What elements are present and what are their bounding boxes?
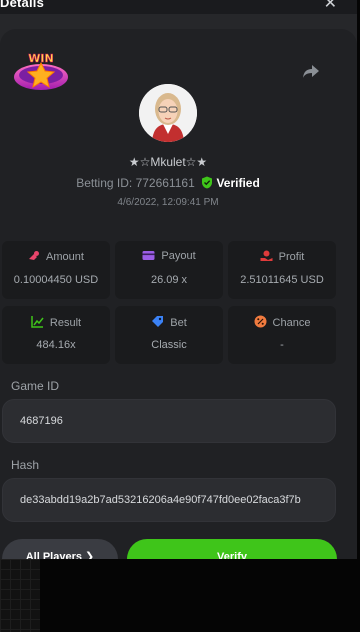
stat-profit: Profit 2.51011645 USD xyxy=(228,241,336,299)
tag-icon xyxy=(152,316,164,327)
avatar-image xyxy=(139,84,197,142)
close-icon[interactable]: ✕ xyxy=(324,0,337,12)
page-background xyxy=(0,559,360,632)
game-id-label: Game ID xyxy=(11,379,60,393)
hand-coin-icon xyxy=(260,250,273,261)
stat-label: Amount xyxy=(46,251,84,263)
verify-button[interactable]: Verify xyxy=(127,539,337,561)
background-pattern xyxy=(0,559,40,632)
hash-label: Hash xyxy=(11,458,40,472)
percent-icon xyxy=(254,315,267,328)
hash-field[interactable]: de33abdd19a2b7ad53216206a4e90f747fd0ee02… xyxy=(2,478,336,522)
shield-check-icon xyxy=(202,176,213,189)
betting-id: Betting ID: 772661161 xyxy=(76,176,195,190)
game-id-field[interactable]: 4687196 xyxy=(2,399,336,443)
share-icon[interactable] xyxy=(302,62,320,80)
details-modal: Details ✕ WIN ★☆Mkulet☆★ Betting ID: 772… xyxy=(0,0,357,561)
stat-value: - xyxy=(280,339,284,351)
stat-payout: Payout 26.09 x xyxy=(115,241,223,299)
betting-id-row: Betting ID: 772661161 Verified xyxy=(0,176,336,190)
stat-value: Classic xyxy=(151,339,187,351)
verified-label: Verified xyxy=(216,176,260,190)
stat-bet: Bet Classic xyxy=(115,306,223,364)
stat-label: Chance xyxy=(272,317,311,329)
stat-label: Result xyxy=(49,317,82,329)
stat-value: 26.09 x xyxy=(150,274,188,286)
username: ★☆Mkulet☆★ xyxy=(128,155,208,169)
stat-result: Result 484.16x xyxy=(2,306,110,364)
modal-header xyxy=(0,0,357,14)
all-players-button[interactable]: All Players ❯ xyxy=(2,539,118,561)
stat-chance: Chance - xyxy=(228,306,336,364)
win-logo-text: WIN xyxy=(28,52,53,65)
stat-value: 0.10004450 USD xyxy=(13,274,99,286)
coins-icon xyxy=(29,251,40,260)
stat-label: Bet xyxy=(170,317,187,329)
stat-label: Profit xyxy=(278,251,305,263)
avatar xyxy=(139,84,197,142)
stat-label: Payout xyxy=(161,250,196,262)
bet-date: 4/6/2022, 12:09:41 PM xyxy=(117,197,219,208)
modal-title: Details xyxy=(0,0,45,10)
win-badge-logo: WIN xyxy=(14,52,68,90)
card-icon xyxy=(142,251,155,260)
stat-value: 484.16x xyxy=(36,339,76,351)
chart-icon xyxy=(31,316,44,328)
stat-amount: Amount 0.10004450 USD xyxy=(2,241,110,299)
stat-value: 2.51011645 USD xyxy=(240,274,324,286)
